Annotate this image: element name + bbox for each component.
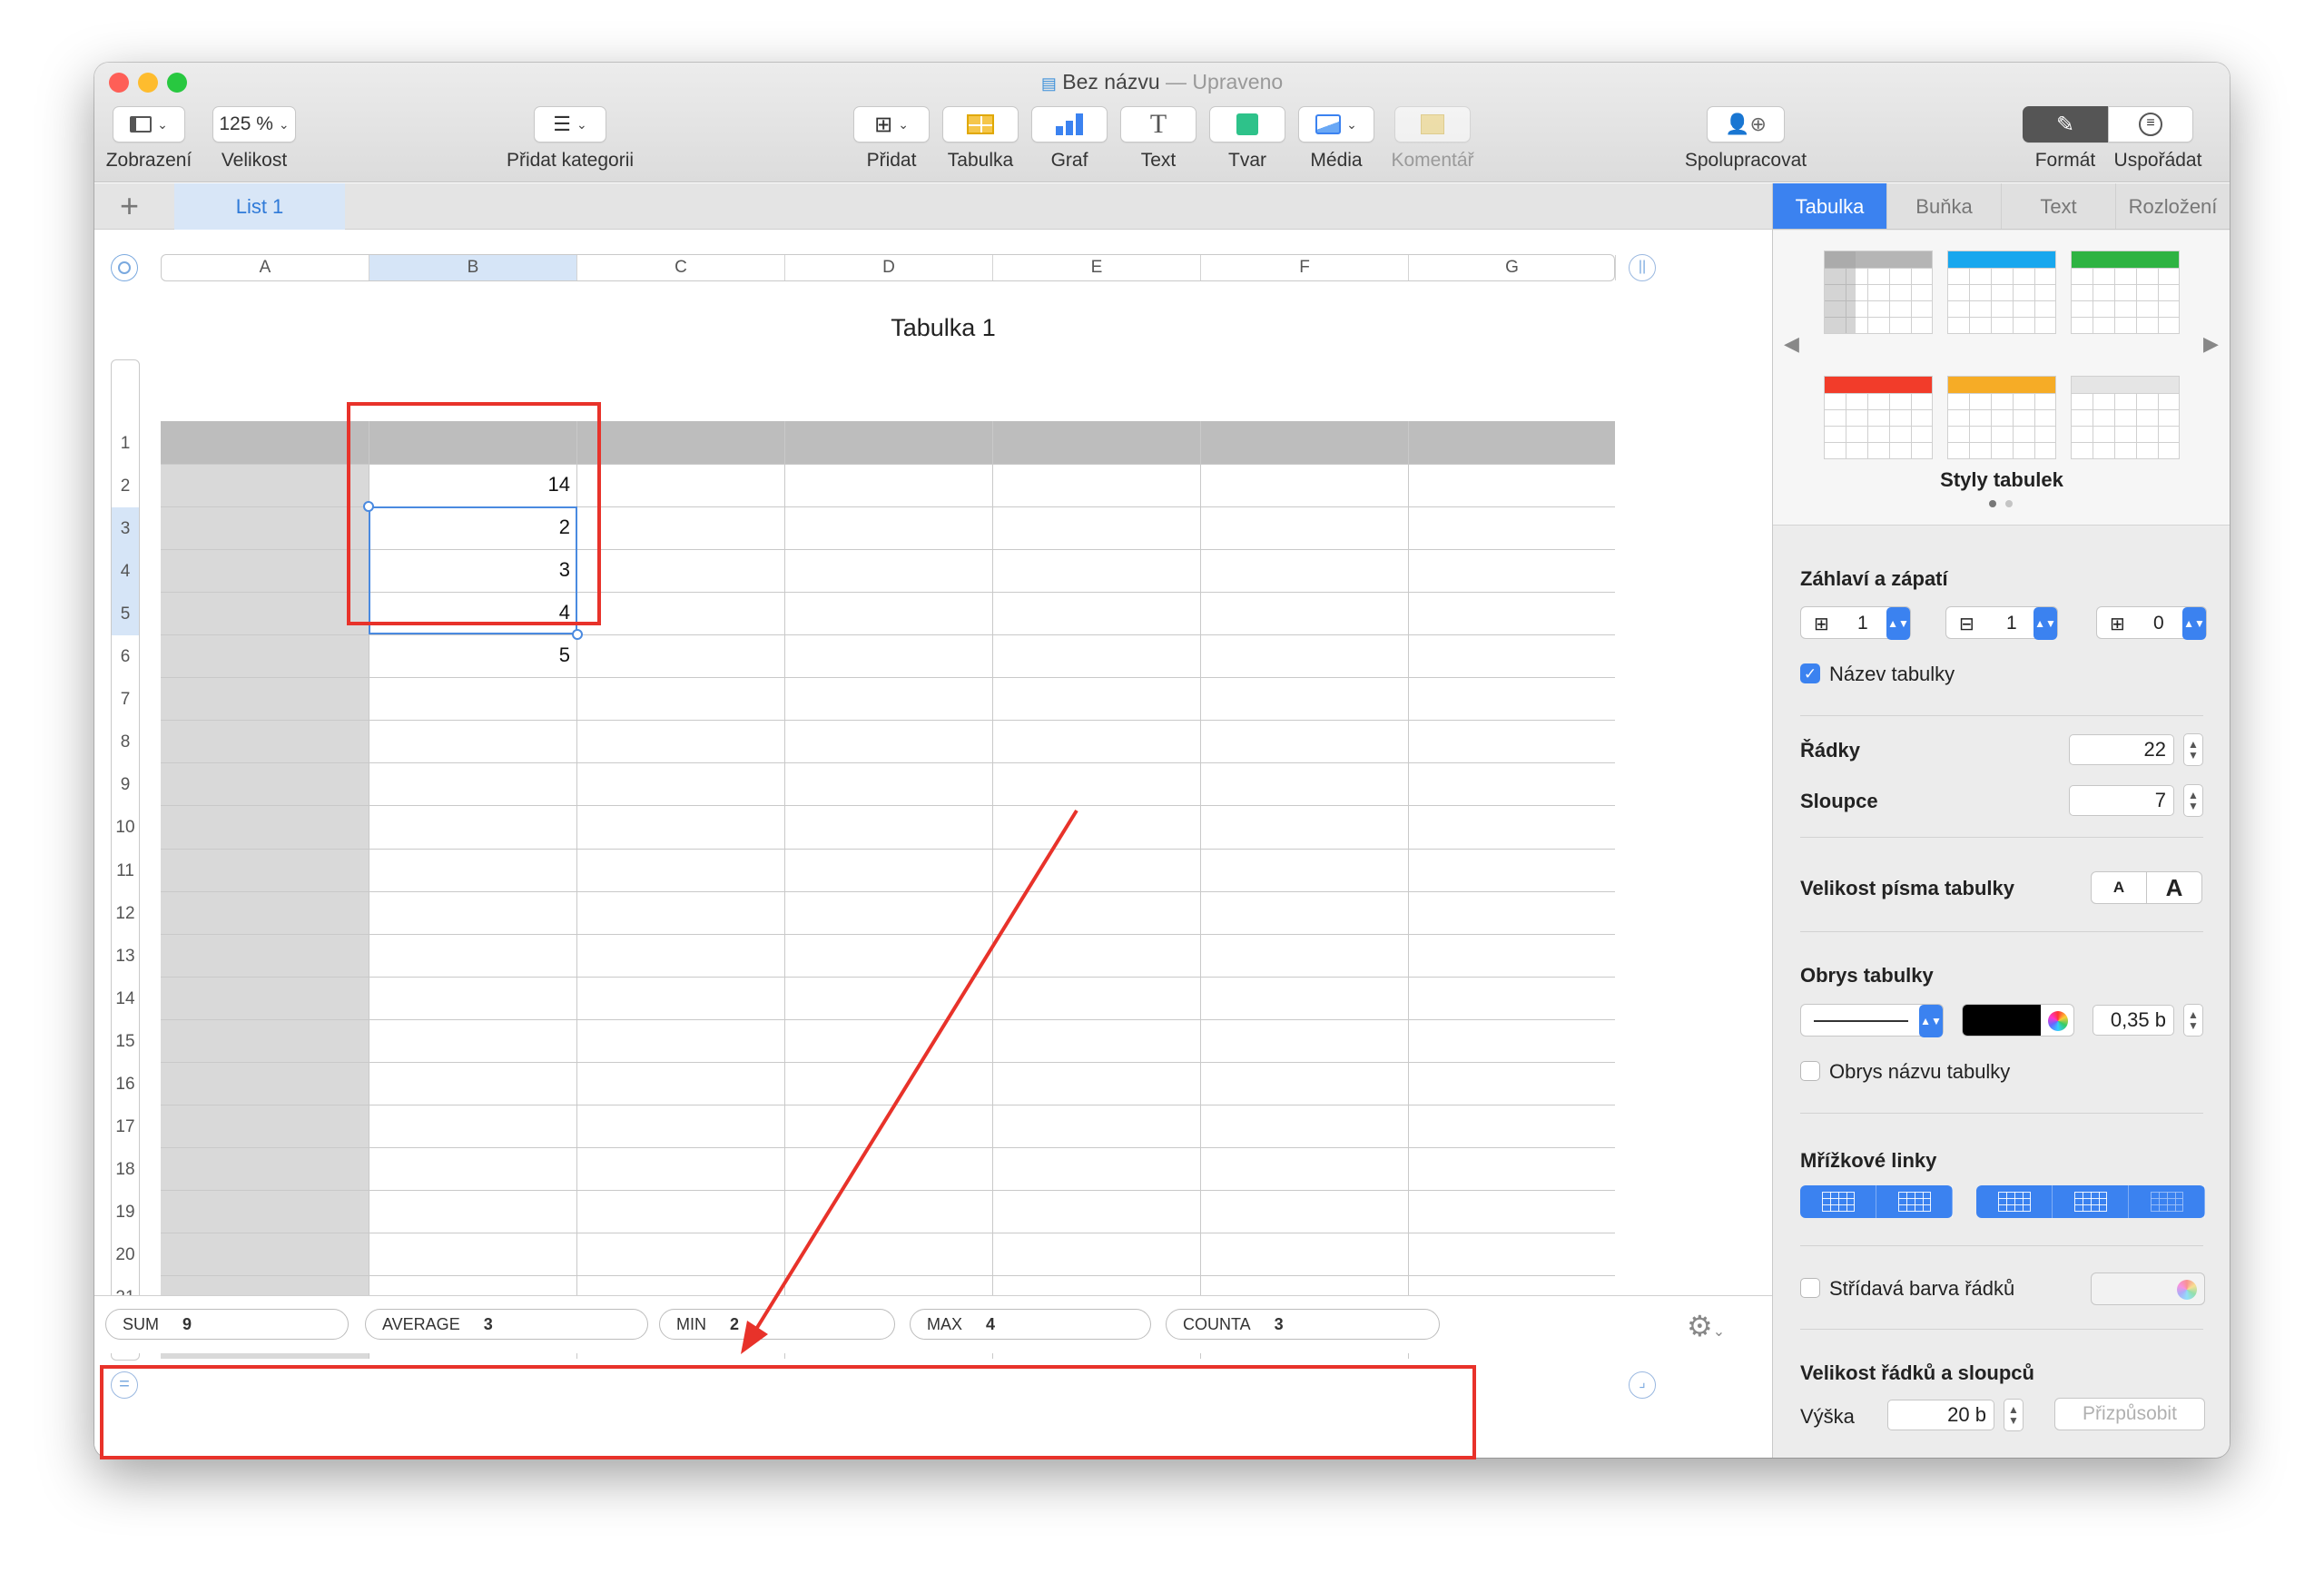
arrow-head <box>741 1321 768 1354</box>
annotation-arrow <box>741 809 1078 1354</box>
arrow-line <box>753 809 1078 1332</box>
